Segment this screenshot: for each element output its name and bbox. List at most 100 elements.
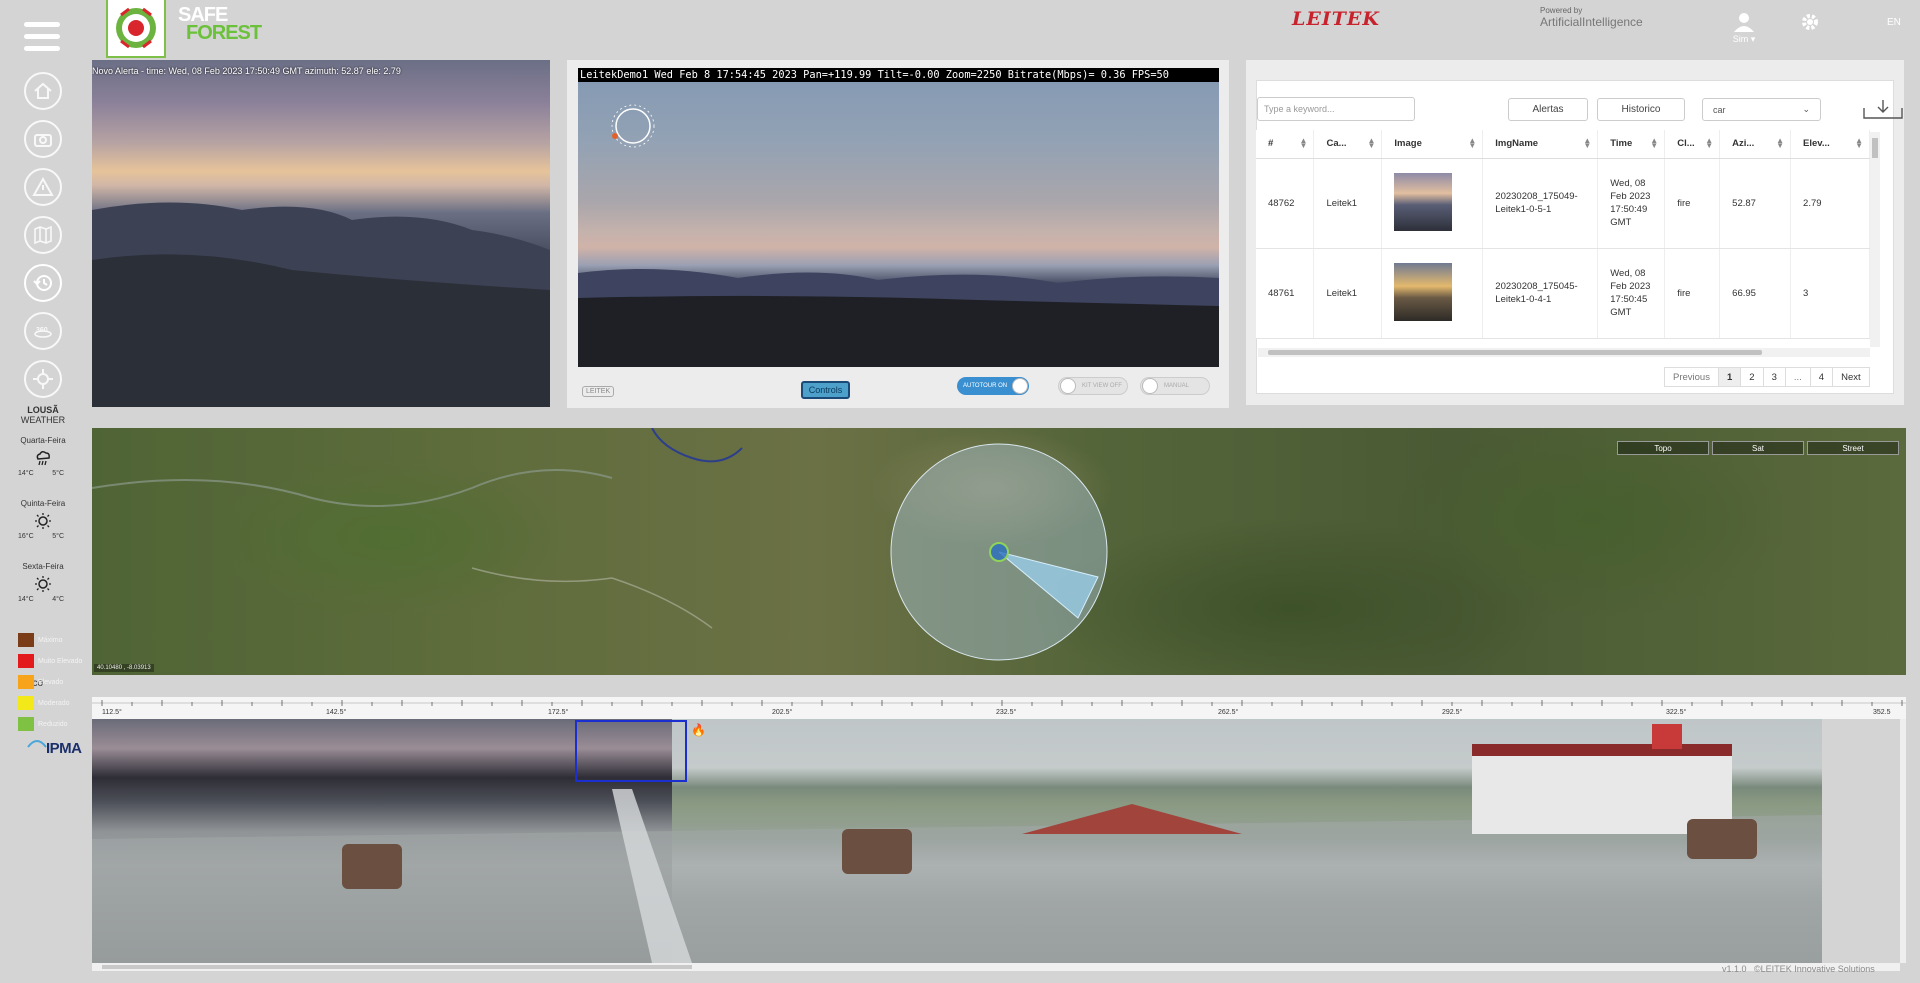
live-landscape [578,269,1219,367]
map-topo-button[interactable]: Topo [1617,441,1709,455]
page-2[interactable]: 2 [1741,367,1764,387]
col-label: Ca... [1326,138,1347,150]
sort-icon: ▲ ▼ [1650,136,1659,150]
panorama-image[interactable] [92,719,1900,963]
settings-button[interactable] [1800,12,1820,37]
tab-historico[interactable]: Historico [1597,98,1685,121]
logo-line2: FOREST [186,22,262,44]
camera-icon[interactable] [24,120,62,158]
col-image[interactable]: Image ▲ ▼ [1381,130,1484,159]
gear-icon [1802,14,1818,30]
temp-min: 5°C [52,470,64,477]
ptz-compass-icon[interactable] [611,104,655,148]
safe-forest-logo[interactable] [106,0,166,58]
cell-class: fire [1664,248,1721,339]
home-icon[interactable] [24,72,62,110]
risk-level: Muito Elevado [18,653,82,669]
weather-title: LOUSÃ WEATHER [0,405,86,425]
risk-swatch [18,696,34,710]
risk-label: Máximo [38,636,63,644]
alert-thumbnail[interactable] [1394,172,1453,231]
col-label: Azi... [1732,138,1755,150]
search-input[interactable]: Type a keyword... [1257,97,1415,121]
satellite-map[interactable]: 40.10480 , -8.03913 [92,428,1906,675]
table-horizontal-scrollbar[interactable] [1258,348,1870,357]
page-4[interactable]: 4 [1810,367,1834,387]
table-vertical-scrollbar[interactable] [1870,132,1880,347]
sun-icon [35,513,51,529]
history-icon[interactable] [24,264,62,302]
table-header-row: # ▲ ▼ Ca... ▲ ▼ Image ▲ ▼ ImgName ▲ ▼ Time ▲ ▼ Cl.… [1256,130,1870,159]
col-class[interactable]: Cl... ▲ ▼ [1664,130,1721,159]
page-1[interactable]: 1 [1718,367,1742,387]
map-sat-button[interactable]: Sat [1712,441,1804,455]
col-azimuth[interactable]: Azi... ▲ ▼ [1719,130,1792,159]
panorama-360-icon[interactable]: 360 [24,312,62,350]
alert-landscape [92,202,550,407]
footer-version: v1.1.0 [1722,964,1747,974]
scroll-thumb[interactable] [1872,138,1878,158]
col-id[interactable]: # ▲ ▼ [1256,130,1315,159]
pagination: Previous 1 2 3 ... 4 Next [1664,367,1870,387]
col-camera[interactable]: Ca... ▲ ▼ [1313,130,1383,159]
panorama-scrollbar[interactable] [92,963,1900,971]
cell-image[interactable] [1381,158,1484,249]
footer: v1.1.0 ©LEITEK Innovative Solutions [1722,964,1875,974]
user-name: Sim [1732,34,1749,44]
scroll-thumb[interactable] [102,965,692,969]
pagination-next[interactable]: Next [1833,367,1870,387]
leitek-brand: LEITEK [1292,8,1380,30]
sort-icon: ▲ ▼ [1299,136,1308,150]
ipma-arc-icon [27,740,47,748]
toggle-knob [1142,378,1158,394]
live-video-stream[interactable]: LeitekDemo1 Wed Feb 8 17:54:45 2023 Pan=… [578,68,1219,367]
temp-max: 14°C [18,470,34,477]
risk-level: Elevado [18,674,63,690]
weather-day: Sexta-Feira 14°C 4°C [0,562,86,603]
map-layer-buttons: Topo Sat Street [1617,441,1899,455]
sort-icon: ▲ ▼ [1367,136,1376,150]
ruler-label: 202.5° [772,709,793,716]
autotour-toggle[interactable]: AUTOTOUR ON [957,377,1029,395]
table-row[interactable]: 48761 Leitek1 20230208_175045-Leitek1-0-… [1256,248,1870,339]
map-street-button[interactable]: Street [1807,441,1899,455]
controls-button[interactable]: Controls [801,381,850,399]
day-name: Quarta-Feira [20,436,66,445]
panorama-selection-box[interactable] [575,720,687,782]
panorama-vertical-scrollbar[interactable] [1900,719,1906,963]
col-time[interactable]: Time ▲ ▼ [1597,130,1666,159]
kit-view-toggle[interactable]: KIT VIEW OFF [1058,377,1128,395]
cell-image[interactable] [1381,248,1484,339]
risk-swatch [18,717,34,731]
user-menu[interactable]: Sim ▾ [1726,12,1762,45]
gps-icon[interactable] [24,360,62,398]
menu-icon[interactable] [24,22,60,56]
weather-location: LOUSÃ [27,405,59,415]
manual-toggle[interactable]: MANUAL [1140,377,1210,395]
col-imgname[interactable]: ImgName ▲ ▼ [1482,130,1599,159]
ai-label: ArtificialIntelligence [1540,15,1643,29]
fire-icon[interactable]: 🔥 [691,723,706,737]
pagination-previous[interactable]: Previous [1664,367,1719,387]
map-overlay [92,428,1108,661]
scroll-thumb[interactable] [1268,350,1762,355]
risk-label: Elevado [38,678,64,686]
col-elevation[interactable]: Elev... ▲ ▼ [1790,130,1870,159]
temp-max: 16°C [18,533,34,540]
table-row[interactable]: 48762 Leitek1 20230208_175049-Leitek1-0-… [1256,158,1870,249]
powered-by-label: Powered by [1540,6,1583,15]
alert-thumbnail[interactable] [1394,262,1453,321]
map-icon[interactable] [24,216,62,254]
page-3[interactable]: 3 [1763,367,1786,387]
language-selector[interactable]: EN [1887,17,1901,28]
weather-subtitle: WEATHER [20,415,66,425]
alert-icon[interactable] [24,168,62,206]
tab-alertas[interactable]: Alertas [1508,98,1588,121]
class-filter-select[interactable]: car ⌄ [1702,98,1821,121]
risk-swatch [18,675,34,689]
footer-copyright: ©LEITEK Innovative Solutions [1754,964,1875,974]
cell-time: Wed, 08 Feb 2023 17:50:49 GMT [1597,158,1666,249]
ruler-label: 262.5° [1218,709,1239,716]
alert-image[interactable]: Novo Alerta - time: Wed, 08 Feb 2023 17:… [92,60,550,407]
download-icon[interactable] [1862,98,1904,122]
